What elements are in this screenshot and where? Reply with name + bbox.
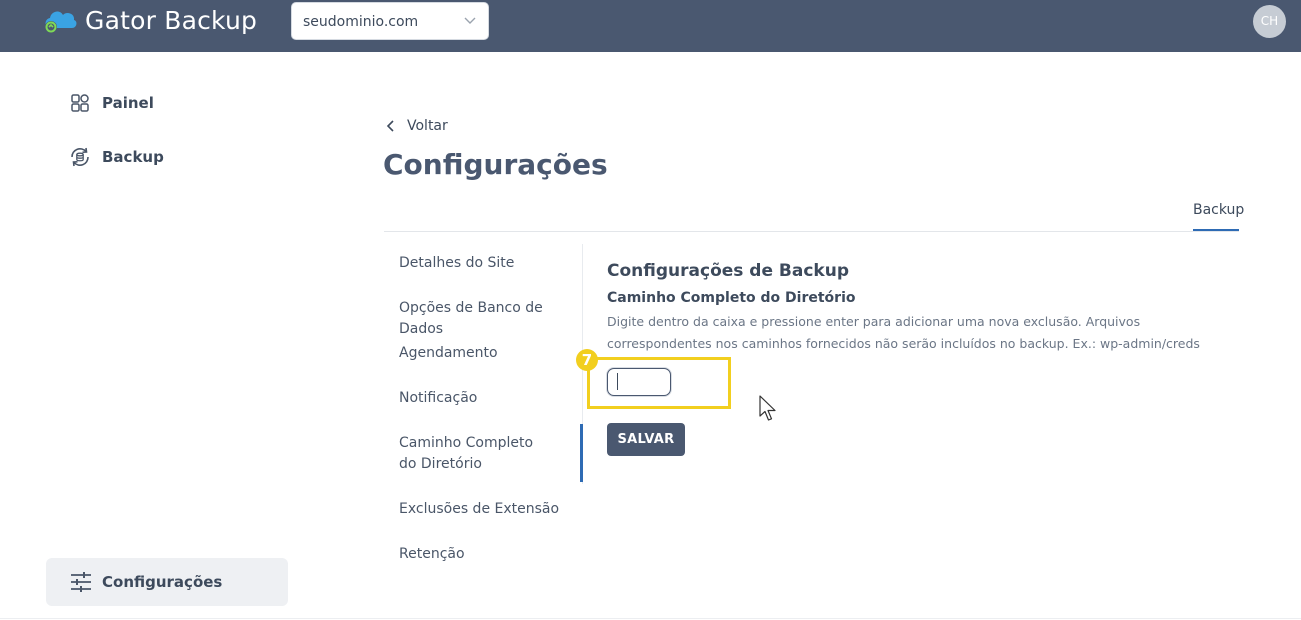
user-avatar[interactable]: CH <box>1253 5 1286 38</box>
sidebar-item-painel[interactable]: Painel <box>68 91 154 115</box>
page-title: Configurações <box>383 148 608 181</box>
settings-nav-notification[interactable]: Notificação <box>399 388 579 409</box>
back-link[interactable]: Voltar <box>385 118 448 134</box>
tab-active-indicator <box>1193 229 1239 231</box>
app-title: Gator Backup <box>85 6 258 35</box>
domain-select-value: seudominio.com <box>303 14 419 30</box>
chevron-down-icon <box>464 17 476 24</box>
settings-nav-full-directory-path[interactable]: Caminho Completo do Diretório <box>399 433 549 475</box>
tab-backup[interactable]: Backup <box>1193 202 1244 218</box>
section-title: Configurações de Backup <box>607 261 850 281</box>
save-button[interactable]: SALVAR <box>607 423 685 456</box>
sidebar-item-configuracoes[interactable]: Configurações <box>46 558 288 606</box>
mouse-pointer-icon <box>759 395 776 421</box>
tabs-divider <box>384 231 1239 232</box>
settings-nav-site-details[interactable]: Detalhes do Site <box>399 253 579 274</box>
settings-nav-database-options[interactable]: Opções de Banco de Dados <box>399 298 579 340</box>
dashboard-icon <box>71 94 89 112</box>
sidebar-item-backup[interactable]: Backup <box>68 145 164 169</box>
domain-select[interactable]: seudominio.com <box>291 2 489 40</box>
bottom-divider <box>0 618 1301 619</box>
sidebar-item-label: Configurações <box>102 573 223 591</box>
settings-nav-scheduling[interactable]: Agendamento <box>399 343 579 364</box>
top-bar: Gator Backup seudominio.com CH <box>0 0 1301 52</box>
text-caret <box>617 373 618 390</box>
tutorial-step-badge: 7 <box>576 349 598 371</box>
sidebar-item-label: Painel <box>102 94 154 112</box>
sliders-icon <box>71 572 91 592</box>
field-label: Caminho Completo do Diretório <box>607 290 856 306</box>
backup-icon <box>71 147 89 167</box>
cloud-logo-icon <box>45 11 77 33</box>
back-label: Voltar <box>407 118 448 134</box>
help-text: Digite dentro da caixa e pressione enter… <box>607 314 1200 351</box>
settings-nav-retention[interactable]: Retenção <box>399 544 579 565</box>
settings-nav-active-indicator <box>580 424 583 482</box>
chevron-left-icon <box>386 120 394 132</box>
sidebar-item-label: Backup <box>102 148 164 166</box>
settings-nav-extension-exclusions[interactable]: Exclusões de Extensão <box>399 499 579 520</box>
